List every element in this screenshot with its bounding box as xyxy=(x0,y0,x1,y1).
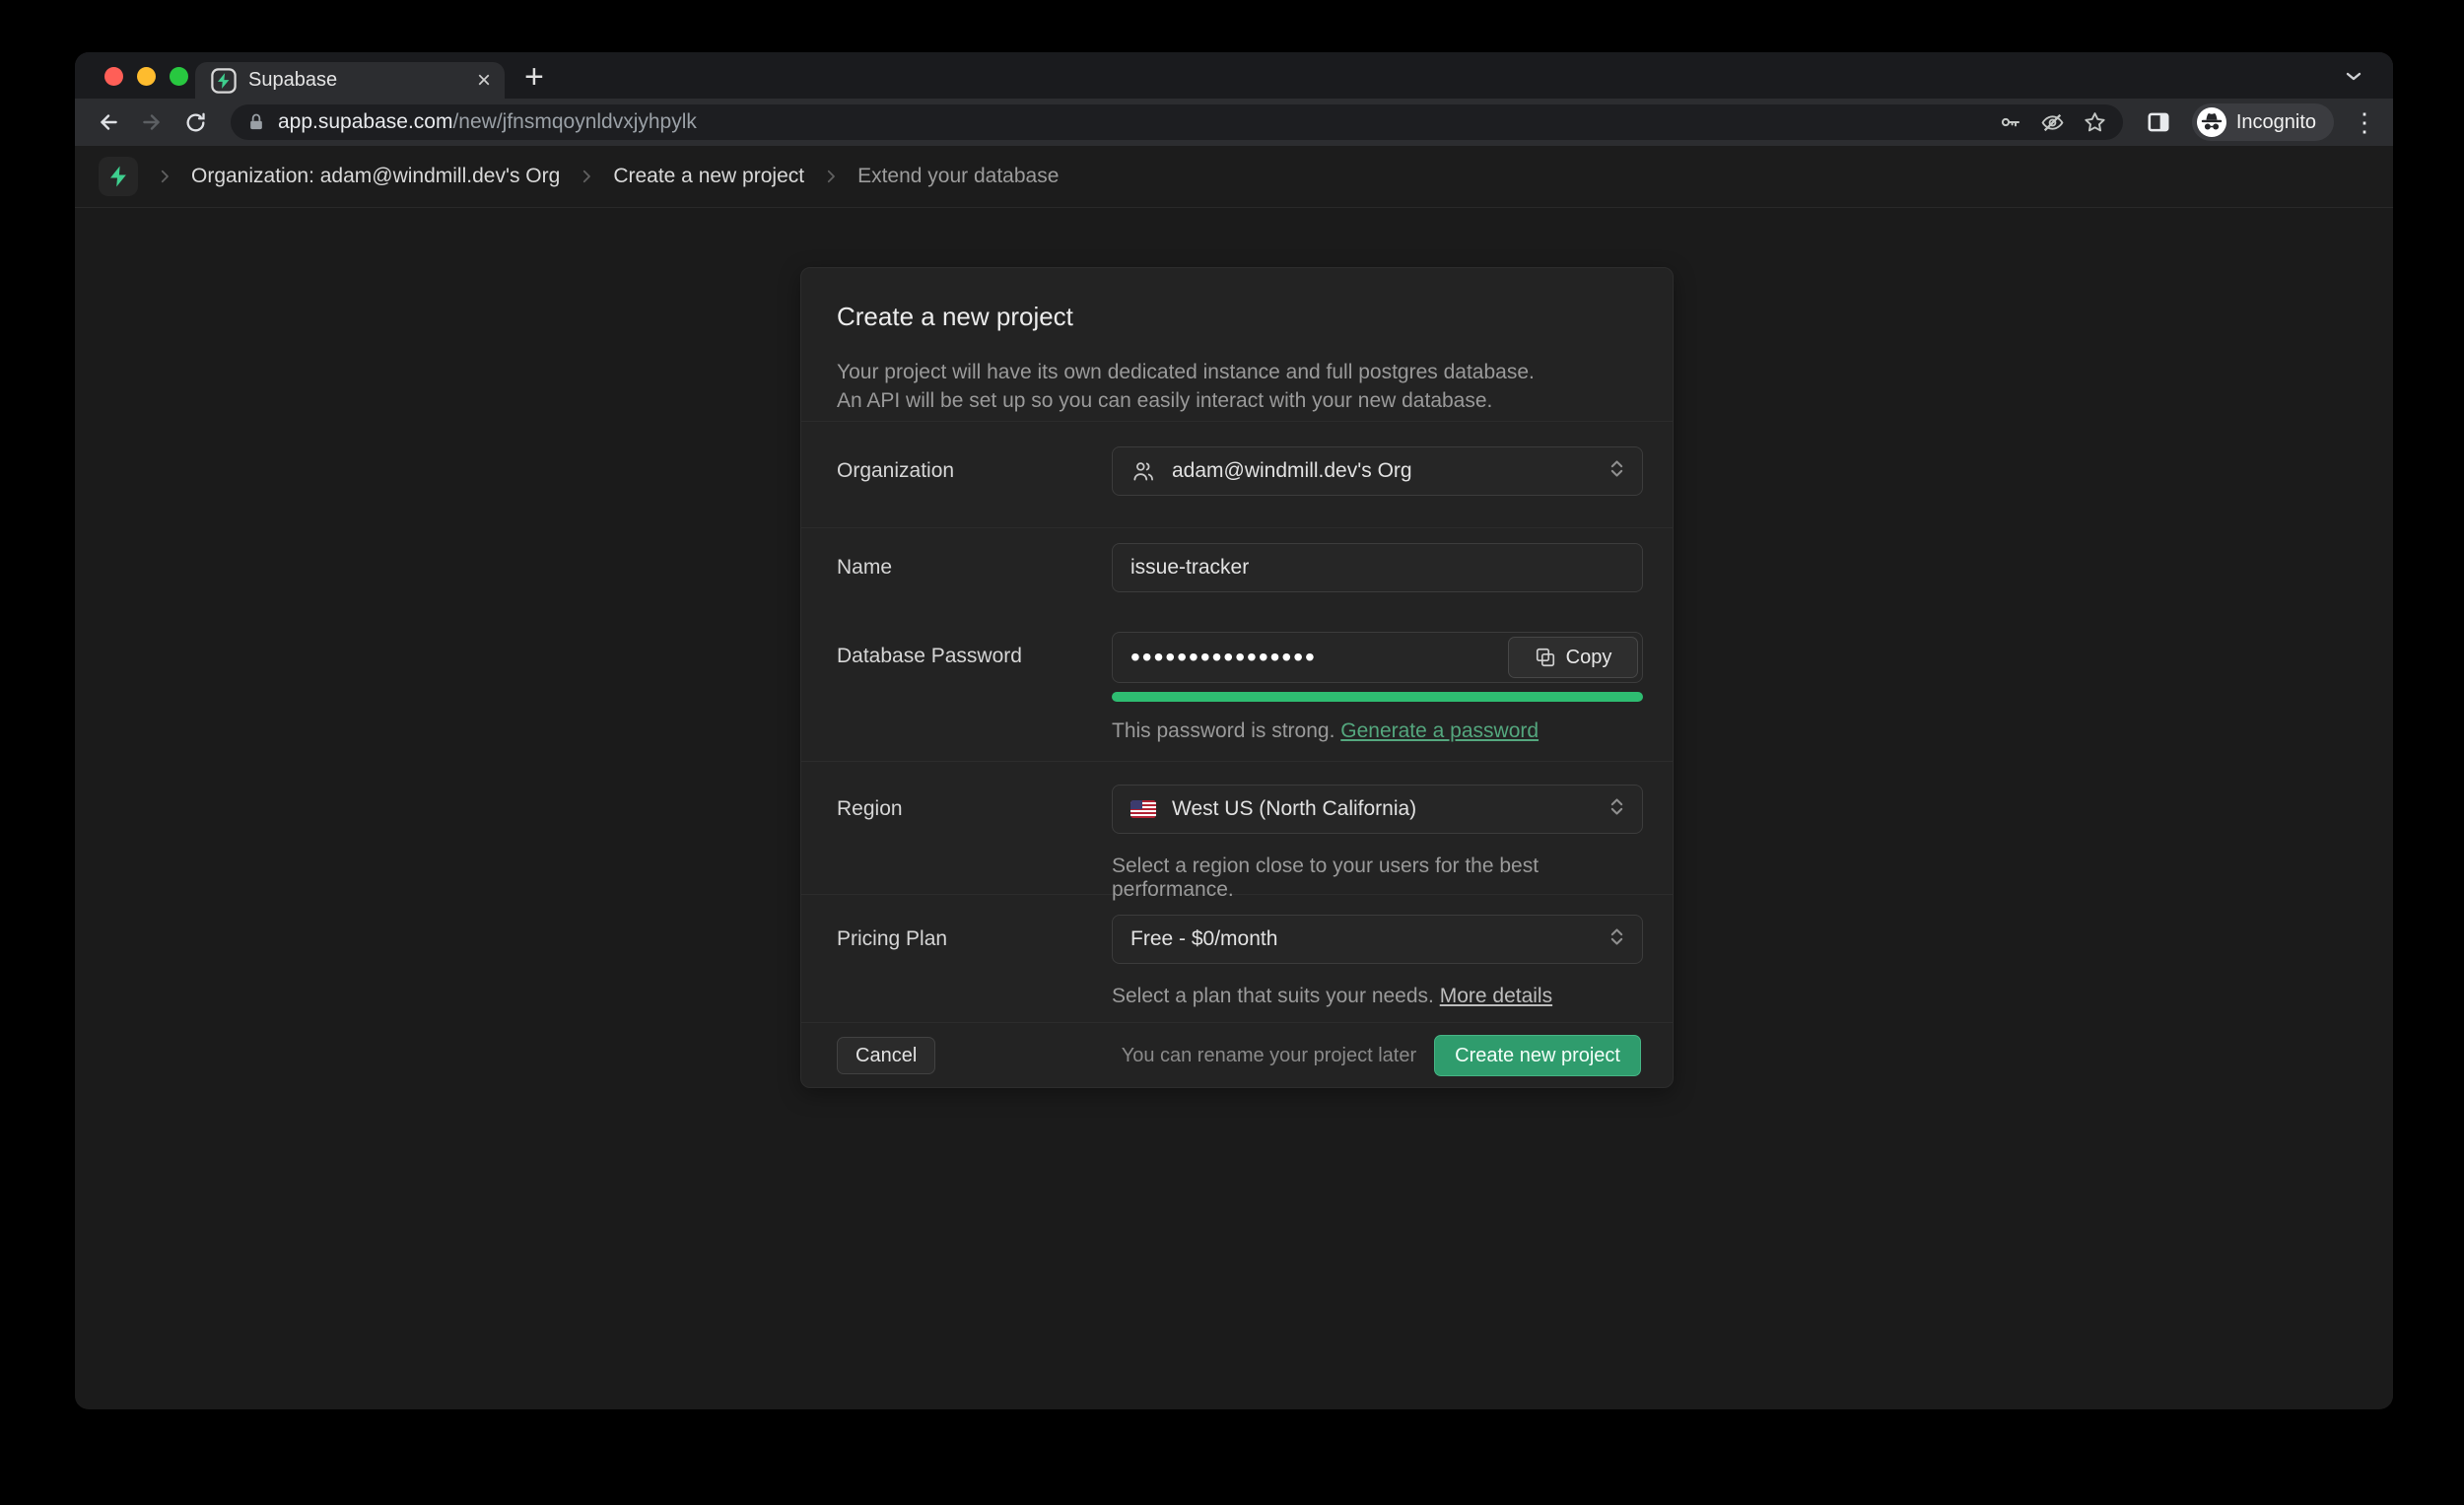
chevron-right-icon xyxy=(156,168,173,185)
breadcrumb-create-project[interactable]: Create a new project xyxy=(613,165,804,188)
supabase-logo[interactable] xyxy=(99,157,138,196)
url-path: /new/jfnsmqoynldvxjyhpylk xyxy=(452,110,696,133)
password-key-icon[interactable] xyxy=(1999,110,2022,134)
lock-icon[interactable] xyxy=(246,112,266,132)
chevron-right-icon xyxy=(578,168,595,185)
maximize-window-button[interactable] xyxy=(170,67,188,86)
more-details-link[interactable]: More details xyxy=(1440,985,1552,1007)
region-label: Region xyxy=(837,785,1112,834)
pricing-section: Pricing Plan Free - $0/month Select a pl… xyxy=(801,894,1673,1022)
minimize-window-button[interactable] xyxy=(137,67,156,86)
pricing-plan-select[interactable]: Free - $0/month xyxy=(1112,915,1643,964)
organization-section: Organization adam@windmill.dev's Org xyxy=(801,421,1673,527)
create-project-card: Create a new project Your project will h… xyxy=(800,267,1674,1088)
region-select[interactable]: West US (North California) xyxy=(1112,785,1643,834)
page-title: Create a new project xyxy=(837,302,1637,332)
tab-search-chevron-icon[interactable] xyxy=(2342,64,2365,93)
incognito-badge: Incognito xyxy=(2192,103,2334,141)
us-flag-icon xyxy=(1130,800,1156,818)
close-window-button[interactable] xyxy=(104,67,123,86)
tab-strip: Supabase × + xyxy=(75,52,2393,99)
side-panel-icon[interactable] xyxy=(2141,104,2176,140)
database-password-label: Database Password xyxy=(837,632,1112,681)
name-label: Name xyxy=(837,543,1112,592)
select-chevrons-icon xyxy=(1609,925,1624,954)
password-helper: This password is strong. Generate a pass… xyxy=(1112,719,1643,743)
browser-window: Supabase × + app.supabase.com/new/jfnsmq… xyxy=(75,52,2393,1409)
pricing-plan-label: Pricing Plan xyxy=(837,915,1112,964)
card-footer: Cancel You can rename your project later… xyxy=(801,1022,1673,1088)
reload-icon[interactable] xyxy=(177,104,213,140)
back-icon[interactable] xyxy=(91,104,126,140)
browser-menu-icon[interactable]: ⋮ xyxy=(2352,107,2377,138)
region-helper: Select a region close to your users for … xyxy=(1112,855,1643,902)
breadcrumb-extend-database: Extend your database xyxy=(857,165,1059,188)
bookmark-star-icon[interactable] xyxy=(2083,110,2107,135)
select-chevrons-icon xyxy=(1609,795,1624,824)
address-bar[interactable]: app.supabase.com/new/jfnsmqoynldvxjyhpyl… xyxy=(231,104,2123,140)
card-description-line2: An API will be set up so you can easily … xyxy=(837,386,1637,415)
create-new-project-button[interactable]: Create new project xyxy=(1434,1035,1641,1076)
page-background: Create a new project Your project will h… xyxy=(75,208,2393,1408)
select-chevrons-icon xyxy=(1609,457,1624,486)
browser-tab[interactable]: Supabase × xyxy=(195,62,505,99)
organization-select[interactable]: adam@windmill.dev's Org xyxy=(1112,446,1643,496)
url-text: app.supabase.com/new/jfnsmqoynldvxjyhpyl… xyxy=(278,110,697,134)
supabase-favicon-icon xyxy=(211,68,237,94)
copy-password-button[interactable]: Copy xyxy=(1508,637,1638,678)
organization-value: adam@windmill.dev's Org xyxy=(1172,459,1412,483)
breadcrumb-organization[interactable]: Organization: adam@windmill.dev's Org xyxy=(191,165,560,188)
window-controls xyxy=(104,67,188,86)
copy-button-label: Copy xyxy=(1566,647,1612,669)
rename-note: You can rename your project later xyxy=(1122,1045,1416,1067)
app-header: Organization: adam@windmill.dev's Org Cr… xyxy=(75,146,2393,208)
card-description-line1: Your project will have its own dedicated… xyxy=(837,358,1637,386)
pricing-helper-text: Select a plan that suits your needs. xyxy=(1112,985,1434,1007)
name-password-section: Name Database Password xyxy=(801,527,1673,761)
close-tab-icon[interactable]: × xyxy=(477,69,491,93)
cancel-button[interactable]: Cancel xyxy=(837,1037,935,1074)
tab-title: Supabase xyxy=(248,69,465,92)
forward-icon[interactable] xyxy=(134,104,170,140)
card-header: Create a new project Your project will h… xyxy=(801,268,1673,421)
project-name-input[interactable] xyxy=(1112,543,1643,592)
browser-toolbar: app.supabase.com/new/jfnsmqoynldvxjyhpyl… xyxy=(75,99,2393,146)
copy-icon xyxy=(1535,647,1556,668)
pricing-helper: Select a plan that suits your needs. Mor… xyxy=(1112,985,1643,1008)
organization-label: Organization xyxy=(837,446,1112,496)
new-tab-button[interactable]: + xyxy=(524,58,544,97)
region-value: West US (North California) xyxy=(1172,797,1416,821)
incognito-label: Incognito xyxy=(2236,111,2316,134)
chevron-right-icon xyxy=(822,168,840,185)
eye-slash-icon[interactable] xyxy=(2040,110,2065,135)
region-section: Region West US (North California) Select… xyxy=(801,761,1673,894)
password-strength-text: This password is strong. xyxy=(1112,719,1335,742)
generate-password-link[interactable]: Generate a password xyxy=(1340,719,1539,742)
users-icon xyxy=(1130,458,1156,484)
password-strength-bar xyxy=(1112,692,1643,702)
url-domain: app.supabase.com xyxy=(278,110,452,133)
incognito-spy-icon xyxy=(2197,107,2226,137)
card-description: Your project will have its own dedicated… xyxy=(837,358,1637,415)
pricing-plan-value: Free - $0/month xyxy=(1130,927,1277,951)
